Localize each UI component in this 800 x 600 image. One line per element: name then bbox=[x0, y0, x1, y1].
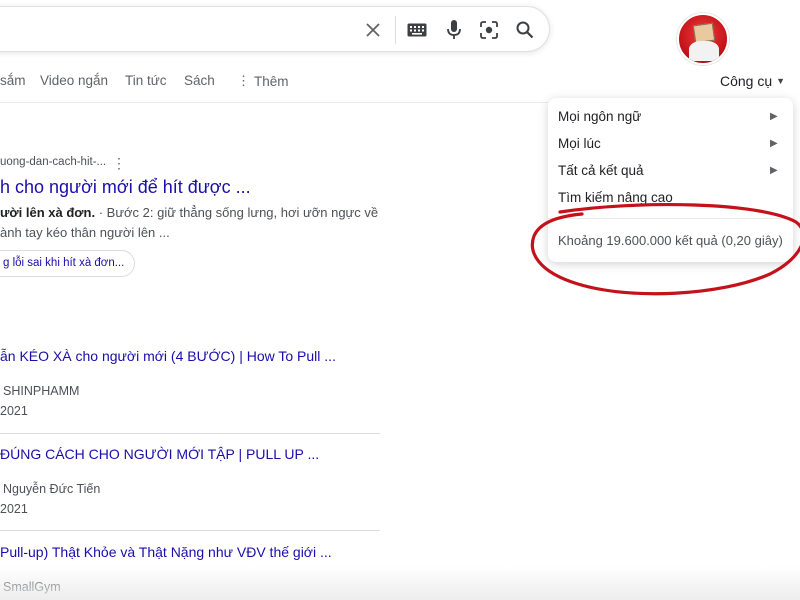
more-vert-icon: ⋮ bbox=[237, 73, 250, 88]
menu-item-any-time[interactable]: Mọi lúc ▶ bbox=[558, 136, 778, 151]
result-snippet: ười lên xà đơn. · Bước 2: giữ thẳng sống… bbox=[0, 205, 378, 220]
more-vert-icon[interactable]: ⋮ bbox=[112, 155, 126, 172]
dropdown-divider bbox=[548, 218, 793, 219]
menu-item-label: Mọi ngôn ngữ bbox=[558, 109, 642, 124]
bottom-fade bbox=[0, 566, 800, 600]
tab-short-videos[interactable]: Video ngắn bbox=[40, 73, 108, 88]
tab-shopping[interactable]: sắm bbox=[0, 73, 26, 88]
avatar-figure-graphic bbox=[689, 41, 719, 61]
caret-right-icon: ▶ bbox=[770, 138, 778, 149]
video-channel: SHINPHAMM bbox=[3, 384, 80, 398]
tab-books[interactable]: Sách bbox=[184, 73, 215, 88]
lens-icon[interactable] bbox=[477, 18, 501, 42]
result-title[interactable]: h cho người mới để hít được ... bbox=[0, 177, 251, 198]
tab-more[interactable]: ⋮ Thêm bbox=[237, 73, 289, 89]
menu-item-advanced-search[interactable]: Tìm kiếm nâng cao bbox=[558, 190, 673, 205]
result-snippet-line2: ành tay kéo thân người lên ... bbox=[0, 225, 170, 240]
caret-right-icon: ▶ bbox=[770, 111, 778, 122]
video-year: 2021 bbox=[0, 502, 28, 516]
search-box[interactable] bbox=[0, 6, 550, 52]
keyboard-icon[interactable] bbox=[405, 18, 429, 42]
tabs-divider bbox=[0, 102, 548, 103]
video-divider bbox=[0, 433, 380, 434]
tools-button[interactable]: Công cụ ▼ bbox=[720, 73, 785, 89]
search-box-divider bbox=[395, 16, 396, 44]
close-icon[interactable] bbox=[361, 18, 385, 42]
menu-item-label: Tìm kiếm nâng cao bbox=[558, 190, 673, 205]
menu-item-any-language[interactable]: Mọi ngôn ngữ ▶ bbox=[558, 109, 778, 124]
result-url[interactable]: uong-dan-cach-hit-... bbox=[0, 156, 106, 168]
avatar[interactable] bbox=[677, 13, 729, 65]
mic-icon[interactable] bbox=[442, 18, 466, 42]
tools-label: Công cụ bbox=[720, 73, 773, 89]
video-divider bbox=[0, 530, 380, 531]
menu-item-label: Tất cả kết quả bbox=[558, 163, 644, 178]
snippet-text: · Bước 2: giữ thẳng sống lưng, hơi ưỡn n… bbox=[95, 205, 379, 220]
video-channel: Nguyễn Đức Tiến bbox=[3, 482, 101, 496]
tools-dropdown: Mọi ngôn ngữ ▶ Mọi lúc ▶ Tất cả kết quả … bbox=[548, 98, 793, 262]
menu-item-all-results[interactable]: Tất cả kết quả ▶ bbox=[558, 163, 778, 178]
video-title[interactable]: ẫn KÉO XÀ cho người mới (4 BƯỚC) | How T… bbox=[0, 348, 336, 364]
video-title[interactable]: Pull-up) Thật Khỏe và Thật Nặng như VĐV … bbox=[0, 544, 332, 560]
caret-right-icon: ▶ bbox=[770, 165, 778, 176]
result-stats: Khoảng 19.600.000 kết quả (0,20 giây) bbox=[558, 233, 783, 248]
video-channel: SmallGym bbox=[3, 580, 61, 594]
snippet-bold: ười lên xà đơn. bbox=[0, 205, 96, 220]
menu-item-label: Mọi lúc bbox=[558, 136, 601, 151]
tab-news[interactable]: Tin tức bbox=[125, 73, 167, 88]
video-title[interactable]: ĐÚNG CÁCH CHO NGƯỜI MỚI TẬP | PULL UP ..… bbox=[0, 446, 319, 462]
related-chip[interactable]: g lỗi sai khi hít xà đơn... bbox=[0, 250, 136, 277]
tab-more-label: Thêm bbox=[254, 73, 289, 89]
search-icon[interactable] bbox=[513, 18, 537, 42]
video-year: 2021 bbox=[0, 404, 28, 418]
caret-down-icon: ▼ bbox=[776, 76, 786, 86]
